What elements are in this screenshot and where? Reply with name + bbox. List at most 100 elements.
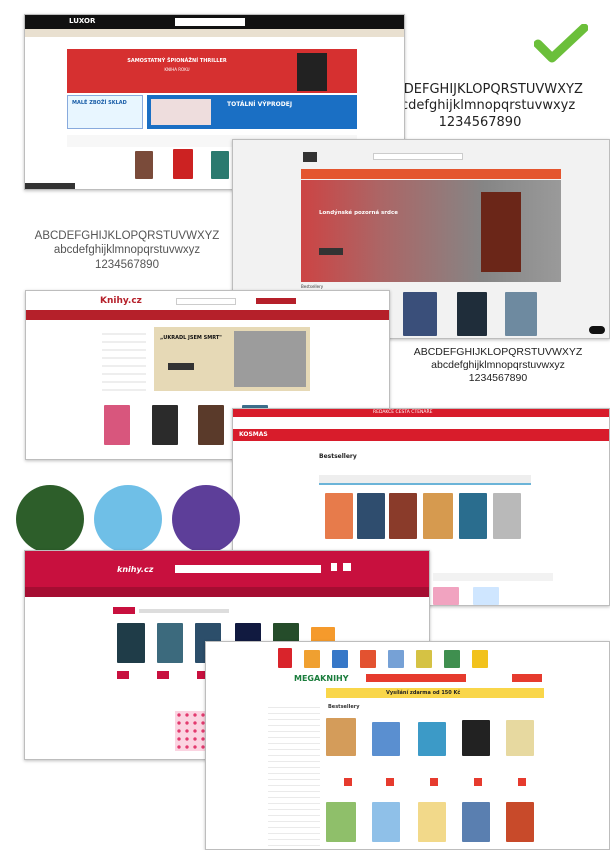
color-swatch-purple	[172, 485, 240, 553]
kosmas-red-strip-text: REDAKCE CESTA ČTENÁŘE	[373, 410, 433, 415]
luxor-promo-left: MALÉ ZBOŽÍ SKLAD	[67, 95, 143, 129]
luxor-header: LUXOR	[25, 15, 404, 29]
kosmas-section-title: Bestsellery	[301, 284, 324, 289]
kosmas-red-book	[357, 493, 385, 539]
megaknihy-sidebar	[268, 702, 320, 849]
kosmas-red-title: Bestsellery	[319, 453, 357, 460]
kosmas-hero-title: Londýnské pozorná srdce	[319, 210, 398, 216]
megaknihy-delivery-bar: Vysílání zdarma od 150 Kč	[326, 688, 544, 698]
kosmas-hero-book	[481, 192, 521, 272]
kosmas-hero-map	[301, 180, 561, 282]
luxor-banner: SAMOSTATNÝ ŠPIONÁŽNÍ THRILLER KNIHA ROKU	[67, 49, 357, 93]
uppercase-sample: ABCDEFGHIJKLOPQRSTUVWXYZ	[413, 346, 583, 358]
typography-sample-regular: ABCDEFGHIJKLOPQRSTUVWXYZ abcdefghijklmno…	[400, 346, 596, 385]
kosmas-red-book	[493, 493, 521, 539]
kosmas-red-tabs	[319, 475, 531, 485]
luxor-logo: LUXOR	[69, 17, 96, 25]
lowercase-sample: abcdefghijklmnopqrstuvwxyz	[53, 244, 201, 257]
neo-book	[157, 623, 183, 663]
megaknihy-search	[366, 674, 466, 682]
megaknihy-delivery-text: Vysílání zdarma od 150 Kč	[386, 690, 461, 696]
neo-book	[117, 623, 145, 663]
luxor-promo-right-label: TOTÁLNÍ VÝPRODEJ	[227, 101, 293, 108]
luxor-book	[173, 149, 193, 179]
kosmas-red-header: KOSMAS	[233, 429, 609, 441]
check-icon	[534, 24, 588, 63]
megaknihy-screenshot: MEGAKNIHY Vysílání zdarma od 150 Kč Best…	[205, 641, 610, 850]
luxor-promo-right: TOTÁLNÍ VÝPRODEJ	[147, 95, 357, 129]
digits-sample: 1234567890	[95, 258, 159, 271]
color-swatch-light-blue	[94, 485, 162, 553]
megaknihy-buy-row	[330, 778, 540, 786]
kosmas-red-book	[459, 493, 487, 539]
digits-sample: 1234567890	[468, 372, 528, 385]
neo-tabs	[139, 609, 229, 613]
user-icon[interactable]	[331, 563, 337, 571]
neo-nav	[25, 587, 429, 597]
kosmas-book	[505, 292, 537, 336]
knihy-book	[104, 405, 130, 445]
thumb	[416, 650, 432, 668]
kosmas-toggle[interactable]	[589, 326, 605, 334]
knihy-search	[176, 298, 236, 305]
kosmas-hero-button[interactable]	[319, 248, 343, 255]
thumb	[360, 650, 376, 668]
knihy-book	[152, 405, 178, 445]
luxor-promo-books	[151, 99, 211, 125]
megaknihy-book	[418, 722, 446, 756]
luxor-book	[135, 151, 153, 179]
megaknihy-book	[462, 720, 490, 756]
kosmas-book	[457, 292, 487, 336]
kosmas-red-book	[473, 587, 499, 605]
neo-search	[175, 565, 321, 573]
kosmas-red-book	[423, 493, 453, 539]
luxor-banner-sub: KNIHA ROKU	[164, 67, 190, 72]
luxor-nav	[25, 29, 404, 37]
kosmas-search	[373, 153, 463, 160]
kosmas-red-book	[389, 493, 417, 539]
luxor-banner-title: SAMOSTATNÝ ŠPIONÁŽNÍ THRILLER	[127, 58, 227, 64]
luxor-search	[175, 18, 245, 26]
kosmas-red-strip: REDAKCE CESTA ČTENÁŘE	[233, 409, 609, 417]
kosmas-logo	[303, 152, 317, 162]
kosmas-red-book	[433, 587, 459, 605]
kosmas-red-logo: KOSMAS	[239, 431, 268, 438]
thumb	[388, 650, 404, 668]
thumb	[278, 648, 292, 668]
kosmas-nav	[301, 169, 561, 179]
cart-icon[interactable]	[343, 563, 351, 571]
typography-sample-light: ABCDEFGHIJKLOPQRSTUVWXYZ abcdefghijklmno…	[22, 229, 232, 272]
kosmas-book	[403, 292, 437, 336]
neo-logo: knihy.cz	[117, 565, 154, 574]
megaknihy-cart[interactable]	[512, 674, 542, 682]
megaknihy-book	[462, 802, 490, 842]
thumb	[304, 650, 320, 668]
thumb	[444, 650, 460, 668]
luxor-footer-bar	[25, 183, 75, 189]
megaknihy-book	[506, 720, 534, 756]
knihy-sidebar	[102, 327, 146, 391]
neo-header: knihy.cz	[25, 551, 429, 587]
megaknihy-book	[418, 802, 446, 842]
knihy-hero: „UKRADL JSEM SMRT"	[154, 327, 310, 391]
megaknihy-thumbs	[268, 648, 536, 668]
luxor-book	[211, 151, 229, 179]
kosmas-hero: Londýnské pozorná srdce	[301, 180, 561, 282]
luxor-banner-book	[297, 53, 327, 91]
lowercase-sample: abcdefghijklmnopqrstuvwxyz	[431, 359, 565, 372]
megaknihy-book	[326, 802, 356, 842]
uppercase-sample: ABCDEFGHIJKLOPQRSTUVWXYZ	[34, 230, 220, 242]
kosmas-red-book	[325, 493, 353, 539]
knihy-hero-button[interactable]	[168, 363, 194, 370]
knihy-cart[interactable]	[256, 298, 296, 304]
thumb	[332, 650, 348, 668]
megaknihy-section-title: Bestsellery	[328, 704, 360, 710]
knihy-hero-art	[234, 331, 306, 387]
knihy-hero-title: „UKRADL JSEM SMRT"	[160, 335, 222, 341]
megaknihy-book	[506, 802, 534, 842]
megaknihy-logo: MEGAKNIHY	[294, 674, 349, 683]
megaknihy-book	[372, 802, 400, 842]
neo-tab-active[interactable]	[113, 607, 135, 614]
knihy-nav	[26, 310, 389, 320]
luxor-promo-left-label: MALÉ ZBOŽÍ SKLAD	[72, 100, 127, 106]
